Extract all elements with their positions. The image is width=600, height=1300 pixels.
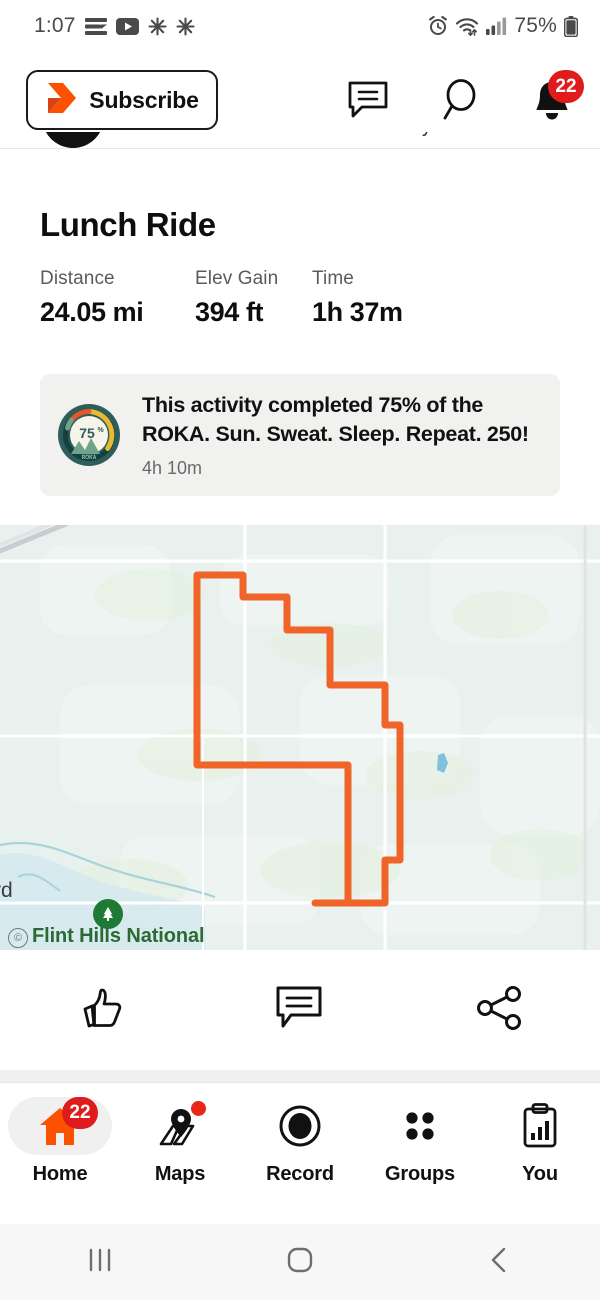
thumbs-up-icon	[72, 982, 128, 1039]
espn-icon	[84, 17, 107, 35]
park-label: Flint Hills National	[32, 925, 205, 947]
message-icon[interactable]	[346, 78, 390, 122]
youtube-icon	[115, 17, 139, 35]
stat-value: 394 ft	[195, 297, 264, 327]
status-bar-clock: 1:07	[34, 14, 76, 37]
notifications-badge: 22	[548, 70, 584, 103]
home-icon: 22	[8, 1097, 112, 1155]
feed-timestamp: Today at 11:42 AM	[380, 132, 539, 138]
activity-action-bar	[0, 950, 600, 1070]
svg-text:75: 75	[79, 425, 95, 441]
search-icon[interactable]	[438, 78, 482, 122]
stat-label: Time	[312, 268, 354, 289]
challenge-card[interactable]: 75 % ROKA This activity completed 75% of…	[40, 374, 560, 496]
share-icon	[476, 985, 524, 1036]
stat-value: 24.05 mi	[40, 297, 144, 327]
challenge-message: This activity completed 75% of the ROKA.…	[142, 393, 529, 446]
nav-label-home: Home	[32, 1163, 88, 1185]
home-badge: 22	[62, 1097, 98, 1129]
copyright-icon: ©	[8, 928, 28, 948]
you-icon	[488, 1097, 592, 1155]
header-actions: 22	[346, 70, 600, 122]
nav-item-maps[interactable]: Maps	[120, 1097, 240, 1186]
stat-value: 1h 37m	[312, 297, 403, 327]
activity-stats: Distance 24.05 mi Elev Gain 394 ft Time …	[40, 268, 452, 328]
maps-notification-dot	[191, 1101, 206, 1116]
signal-icon	[486, 17, 507, 35]
asterisk-icon	[148, 16, 167, 36]
home-square-icon	[285, 1244, 315, 1281]
recents-button[interactable]	[0, 1244, 200, 1281]
map-edge-label: rd	[0, 879, 13, 902]
wifi-icon	[455, 17, 479, 36]
stat-label: Distance	[40, 268, 115, 289]
groups-icon	[368, 1097, 472, 1155]
nav-item-groups[interactable]: Groups	[360, 1097, 480, 1186]
bottom-navigation: 22 Home Maps Record Groups You	[0, 1083, 600, 1215]
android-system-nav	[0, 1224, 600, 1300]
challenge-subtext: 4h 10m	[142, 457, 203, 478]
alarm-icon	[428, 16, 448, 36]
share-button[interactable]	[400, 985, 600, 1036]
status-bar-left: 1:07	[34, 14, 195, 38]
route-map[interactable]	[0, 525, 600, 950]
challenge-badge-icon: 75 % ROKA	[58, 404, 120, 466]
svg-text:ROKA: ROKA	[82, 455, 97, 461]
strava-chevron-icon	[45, 81, 77, 120]
page-title: Lunch Ride	[40, 206, 216, 243]
back-chevron-icon	[487, 1244, 513, 1281]
comment-icon	[275, 985, 325, 1036]
subscribe-button[interactable]: Subscribe	[26, 70, 218, 130]
nav-item-you[interactable]: You	[480, 1097, 600, 1186]
nav-label-record: Record	[266, 1163, 334, 1185]
feed-author-name: Bob Smith	[126, 132, 215, 138]
partial-feed-row[interactable]: Bob Smith Today at 11:42 AM	[0, 132, 600, 148]
nav-separator	[0, 1070, 600, 1082]
header-divider	[0, 148, 600, 149]
kudos-button[interactable]	[0, 982, 200, 1039]
nav-label-you: You	[522, 1163, 558, 1185]
asterisk-icon	[176, 16, 195, 36]
back-button[interactable]	[400, 1244, 600, 1281]
stat-elev-gain: Elev Gain 394 ft	[195, 268, 312, 328]
avatar	[42, 132, 104, 148]
system-status-bar: 1:07 75%	[0, 0, 600, 52]
battery-percent-label: 75%	[514, 14, 557, 37]
bell-icon[interactable]: 22	[530, 70, 584, 122]
challenge-text: This activity completed 75% of the ROKA.…	[142, 391, 540, 478]
nav-label-maps: Maps	[154, 1163, 206, 1185]
stat-label: Elev Gain	[195, 268, 279, 289]
home-button[interactable]	[200, 1244, 400, 1281]
status-bar-right: 75%	[428, 14, 578, 38]
comment-button[interactable]	[200, 985, 400, 1036]
stat-time: Time 1h 37m	[312, 268, 452, 328]
subscribe-label: Subscribe	[89, 86, 199, 113]
battery-icon	[564, 15, 578, 37]
nav-item-record[interactable]: Record	[240, 1097, 360, 1186]
record-icon	[248, 1097, 352, 1155]
nav-label-groups: Groups	[385, 1163, 455, 1185]
stat-distance: Distance 24.05 mi	[40, 268, 195, 328]
maps-icon	[128, 1097, 232, 1155]
nav-item-home[interactable]: 22 Home	[0, 1097, 120, 1186]
strava-activity-screen: 1:07 75% Subscribe 22 Lunch Ride Distanc…	[0, 0, 600, 1300]
recents-icon	[85, 1244, 115, 1281]
svg-text:%: %	[98, 427, 105, 434]
